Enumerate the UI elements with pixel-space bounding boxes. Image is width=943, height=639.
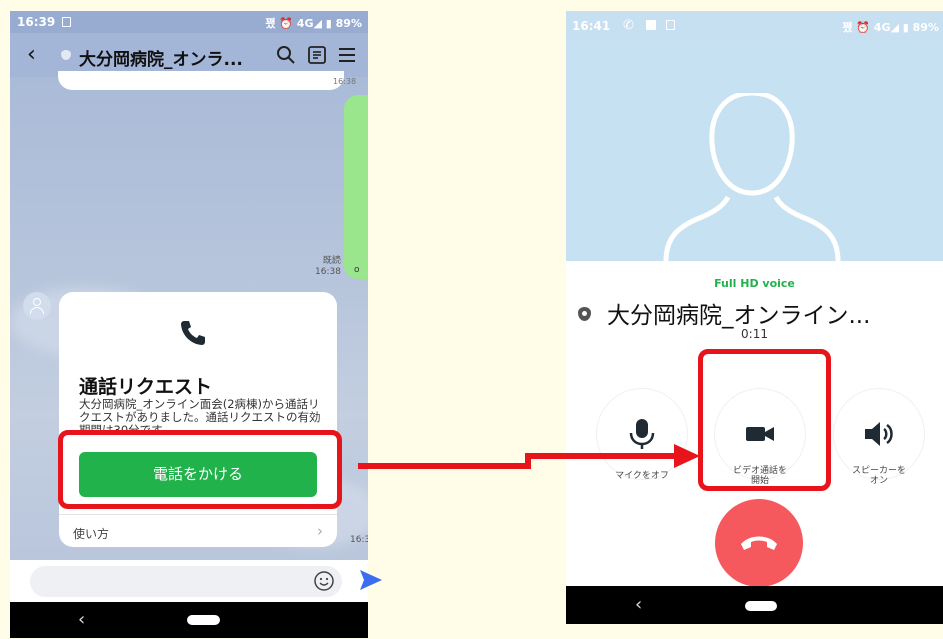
speaker-icon <box>865 422 893 446</box>
chevron-right-icon: › <box>317 522 323 540</box>
status-bar: 16:39 꽸 ⏰ 4G◢ ▮ 89% <box>10 11 368 33</box>
speaker-label: スピーカーを オン <box>819 466 939 486</box>
chat-title: 大分岡病院_オンラ... <box>79 50 243 70</box>
notes-icon[interactable] <box>306 44 328 66</box>
card-title: 通話リクエスト <box>79 376 213 398</box>
hd-voice-label: Full HD voice <box>714 277 795 290</box>
arrow-line <box>525 453 680 459</box>
notification-icon <box>62 17 71 27</box>
status-time: 16:41 <box>572 19 611 33</box>
line-chat-screen: 16:39 꽸 ⏰ 4G◢ ▮ 89% ‹ 大分岡病院_オンラ... 16:38… <box>10 11 368 638</box>
emoji-icon[interactable] <box>313 570 335 592</box>
official-badge-icon <box>61 50 71 60</box>
message-time: 16:39 <box>350 535 368 545</box>
android-nav-bar: ‹ <box>10 602 368 638</box>
mute-label: マイクをオフ <box>615 471 669 481</box>
callee-name-text: 大分岡病院_オンライン... <box>607 303 871 329</box>
video-button-highlight <box>698 349 831 491</box>
message-time: 16:38 <box>333 77 357 86</box>
avatar-body <box>30 307 44 314</box>
callee-name: 大分岡病院_オンライン... <box>578 296 870 330</box>
microphone-icon <box>629 419 655 449</box>
message-input[interactable] <box>30 566 342 597</box>
avatar-head <box>33 298 41 306</box>
notification-icon <box>666 20 675 30</box>
nav-back-button[interactable]: ‹ <box>78 609 85 630</box>
arrow-line <box>358 463 530 469</box>
sent-message-bubble: o <box>344 95 368 279</box>
menu-icon[interactable] <box>336 44 358 66</box>
android-nav-bar: ‹ <box>566 586 943 624</box>
status-indicators: 꽸 ⏰ 4G◢ ▮ 89% <box>842 21 939 34</box>
status-time: 16:39 <box>17 15 56 29</box>
back-button[interactable]: ‹ <box>27 42 36 67</box>
speaker-label-line2: オン <box>869 476 888 486</box>
arrow-head-icon <box>674 444 700 468</box>
previous-message-bubble <box>58 71 344 90</box>
call-button-highlight <box>58 430 342 509</box>
person-silhouette-icon <box>663 93 841 261</box>
end-call-button[interactable] <box>715 499 803 587</box>
phone-icon <box>181 321 205 345</box>
usage-link[interactable]: 使い方 <box>73 525 109 542</box>
phone-status-icon: ✆ <box>623 18 634 33</box>
read-label: 既読 <box>322 256 341 266</box>
message-text: o <box>354 265 360 275</box>
message-input-bar <box>10 560 368 602</box>
voice-call-screen: 16:41 ✆ 꽸 ⏰ 4G◢ ▮ 89% Full HD voice 大分岡病… <box>566 11 943 624</box>
search-icon[interactable] <box>275 44 297 66</box>
hang-up-icon <box>741 536 777 550</box>
home-button[interactable] <box>187 615 220 625</box>
speaker-label-line1: スピーカーを <box>851 466 906 476</box>
nav-back-button[interactable]: ‹ <box>635 594 642 615</box>
status-bar: 16:41 ✆ 꽸 ⏰ 4G◢ ▮ 89% <box>566 11 943 41</box>
image-status-icon <box>646 20 656 30</box>
avatar[interactable] <box>23 292 51 320</box>
official-badge-icon <box>578 307 591 321</box>
send-icon[interactable] <box>358 567 384 593</box>
home-button[interactable] <box>745 601 777 611</box>
card-description: 大分岡病院_オンライン面会(2病棟)から通話リクエストがありました。通話リクエス… <box>79 398 321 434</box>
profile-placeholder <box>566 41 943 261</box>
divider <box>59 514 337 515</box>
read-receipt: 既読 16:38 <box>315 256 341 278</box>
call-duration: 0:11 <box>741 327 768 341</box>
read-time: 16:38 <box>315 267 341 277</box>
status-indicators: 꽸 ⏰ 4G◢ ▮ 89% <box>265 17 362 30</box>
